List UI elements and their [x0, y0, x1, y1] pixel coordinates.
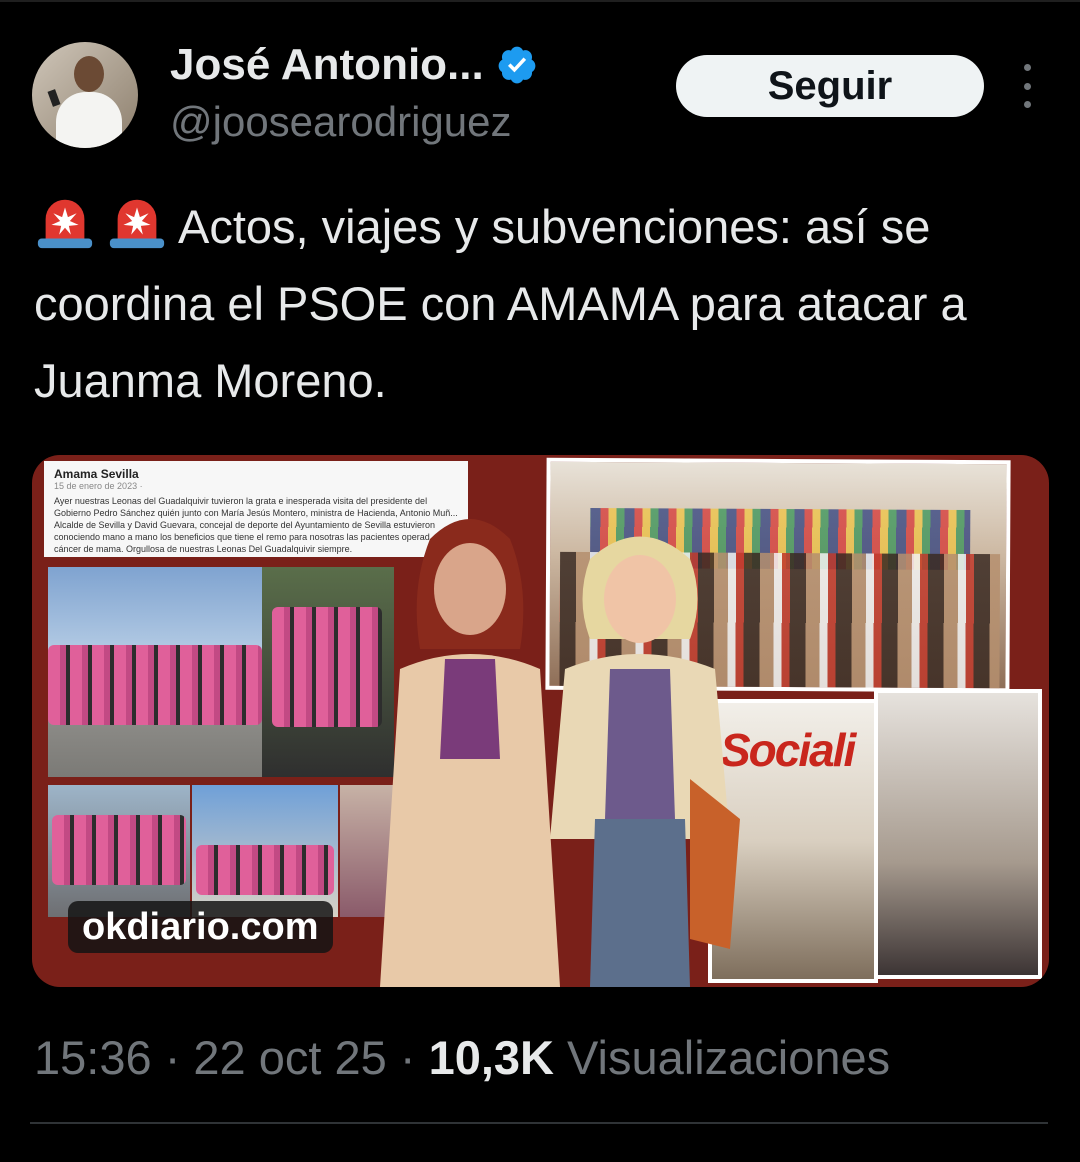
meta-separator: · — [399, 1031, 416, 1084]
follow-button[interactable]: Seguir — [676, 55, 984, 117]
watermark-okdiario: okdiario.com — [68, 901, 333, 953]
bottom-divider — [30, 1122, 1048, 1124]
author-name-row[interactable]: José Antonio... — [170, 40, 538, 90]
photo-pink-group-left — [48, 785, 190, 917]
views-count: 10,3K — [428, 1031, 554, 1084]
rotating-light-icon — [37, 199, 93, 249]
facebook-post-date: 15 de enero de 2023 · — [54, 481, 143, 491]
tweet-media-image[interactable]: Amama Sevilla 15 de enero de 2023 · Ayer… — [32, 455, 1049, 987]
views-label: Visualizaciones — [567, 1031, 891, 1084]
avatar[interactable] — [32, 42, 138, 148]
woman-right-figure — [550, 536, 740, 987]
photo-rowing-group — [48, 567, 262, 777]
top-divider — [0, 0, 1080, 2]
author-handle[interactable]: @joosearodriguez — [170, 98, 512, 146]
tweet-time[interactable]: 15:36 — [34, 1031, 152, 1084]
more-vertical-icon[interactable] — [1010, 64, 1044, 108]
tweet-body: Actos, viajes y subvenciones: así se coo… — [34, 200, 967, 407]
facebook-post-author: Amama Sevilla — [54, 467, 139, 481]
photo-pink-group-right — [192, 785, 338, 917]
tweet-date[interactable]: 22 oct 25 — [193, 1031, 386, 1084]
author-name[interactable]: José Antonio... — [170, 40, 484, 90]
tweet-text: Actos, viajes y subvenciones: así se coo… — [34, 188, 1034, 419]
meta-separator: · — [164, 1031, 181, 1084]
banner-text: Sociali — [720, 724, 856, 776]
photo-indoor-event — [874, 689, 1042, 979]
tweet-meta: 15:36 · 22 oct 25 · 10,3K Visualizacione… — [34, 1030, 890, 1085]
rotating-light-icon — [109, 199, 165, 249]
verified-badge-icon — [498, 46, 536, 84]
